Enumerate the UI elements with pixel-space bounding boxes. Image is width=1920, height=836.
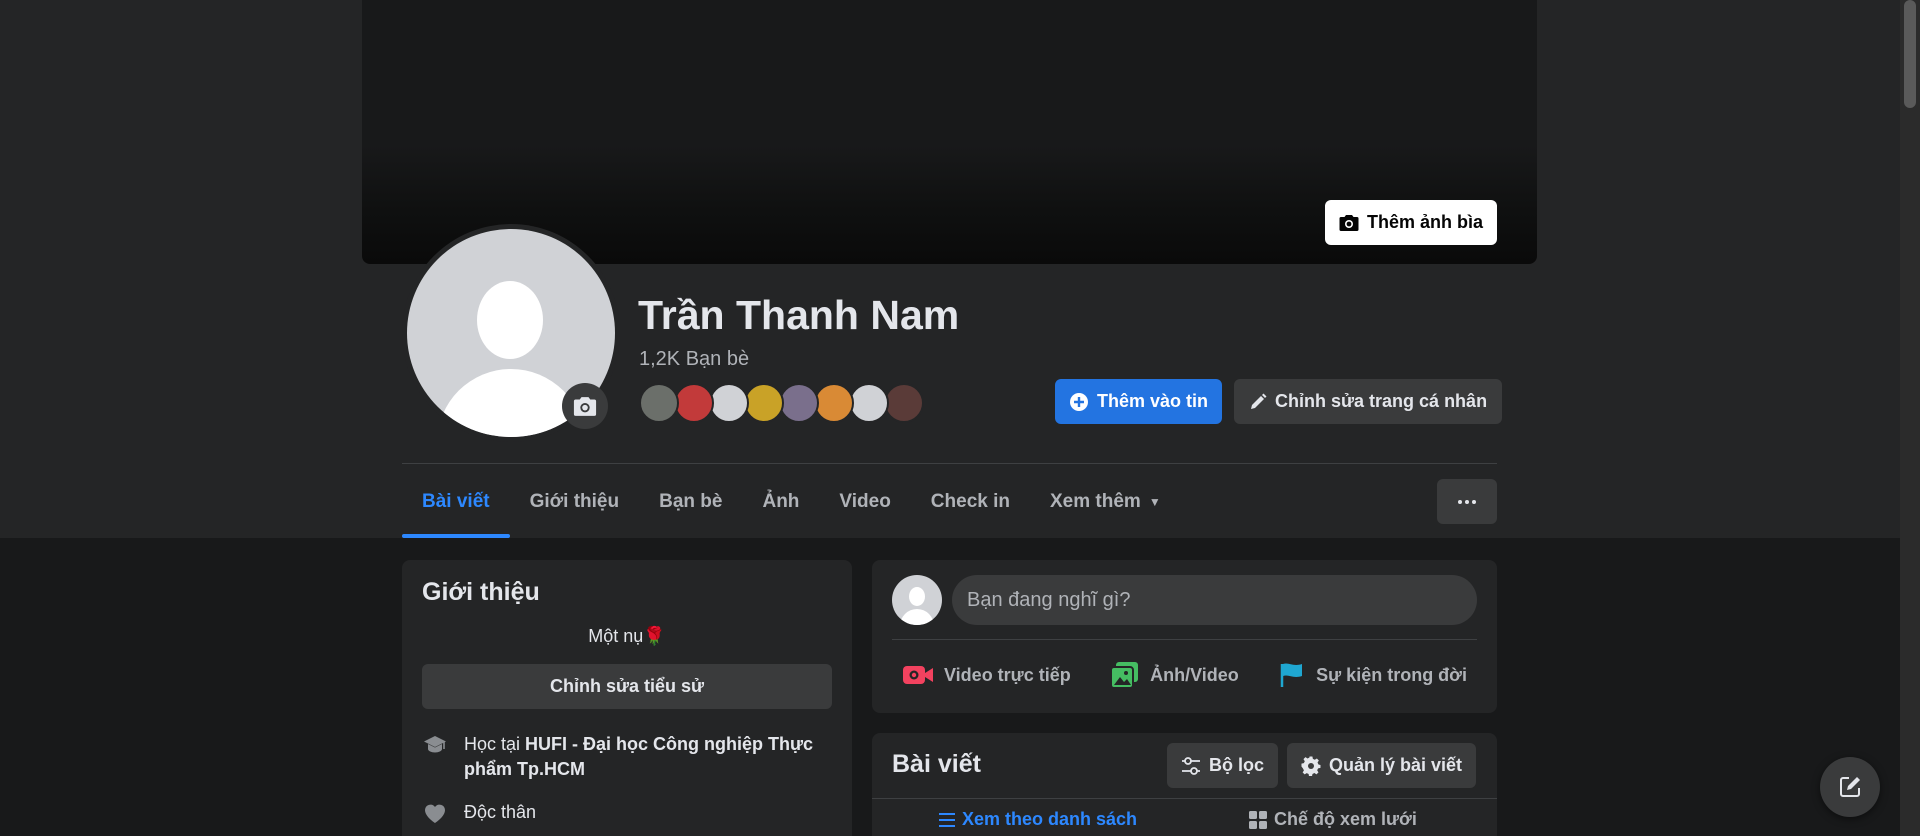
list-icon [939,812,955,827]
life-event-label: Sự kiện trong đời [1316,664,1467,685]
new-message-button[interactable] [1820,757,1880,817]
friend-avatar[interactable] [744,383,784,423]
friend-avatars-row [639,383,924,423]
friend-avatar[interactable] [849,383,889,423]
tab-label: Check in [930,491,1010,512]
posts-divider [872,798,1497,799]
list-view-label: Xem theo danh sách [962,809,1138,829]
tab-label: Giới thiệu [529,491,620,512]
live-video-icon [903,666,933,684]
camera-icon [1339,214,1359,231]
pencil-icon [1251,393,1267,409]
avatar[interactable] [892,575,942,625]
sliders-icon [1182,756,1200,775]
posts-title: Bài viết [892,750,981,778]
bio-text: Một nụ🌹 [588,626,666,646]
cover-photo[interactable]: Thêm ảnh bìa [362,0,1537,264]
tab-label: Bài viết [422,491,490,512]
friend-avatar[interactable] [639,383,679,423]
scrollbar-thumb[interactable] [1904,0,1916,108]
intro-card: Giới thiệu Một nụ🌹 Chỉnh sửa tiểu sử Học… [402,560,852,836]
header-divider [402,463,1497,464]
tab-photos[interactable]: Ảnh [742,466,819,538]
composer-input[interactable]: Bạn đang nghĩ gì? [952,575,1477,625]
tab-posts[interactable]: Bài viết [402,466,510,538]
friend-avatar[interactable] [779,383,819,423]
composer-actions: Video trực tiếp Ảnh/Video Sự kiện trong … [892,646,1477,704]
friend-avatar[interactable] [709,383,749,423]
page-scrollbar[interactable] [1900,0,1920,836]
caret-down-icon: ▼ [1148,495,1161,509]
edit-profile-button[interactable]: Chỉnh sửa trang cá nhân [1234,379,1503,424]
photo-video-button[interactable]: Ảnh/Video [1100,646,1249,704]
tab-label: Bạn bè [659,491,723,512]
tab-friends[interactable]: Bạn bè [639,466,742,538]
ellipsis-icon [1458,499,1462,504]
add-cover-photo-button[interactable]: Thêm ảnh bìa [1324,200,1497,245]
friend-avatar[interactable] [674,383,714,423]
gear-icon [1301,755,1321,776]
update-avatar-camera-button[interactable] [562,383,608,429]
grid-view-tab[interactable]: Chế độ xem lưới [1248,809,1417,830]
composer-divider [892,639,1477,640]
add-to-story-button[interactable]: Thêm vào tin [1055,379,1223,424]
heart-icon [422,800,448,826]
edit-profile-label: Chỉnh sửa trang cá nhân [1275,391,1488,411]
tab-label: Video [839,491,891,512]
life-event-button[interactable]: Sự kiện trong đời [1268,646,1477,704]
add-cover-photo-label: Thêm ảnh bìa [1366,212,1483,232]
grid-icon [1249,810,1267,829]
camera-icon [573,396,597,416]
profile-tabs: Bài viết Giới thiệu Bạn bè Ảnh Video Che… [402,466,1181,538]
intro-title: Giới thiệu [422,578,540,606]
tab-label: Xem thêm [1050,491,1141,512]
add-to-story-label: Thêm vào tin [1097,391,1209,411]
profile-name: Trần Thanh Nam [638,292,960,338]
education-prefix: Học tại [464,734,526,754]
flag-icon [1280,663,1303,687]
photo-icon [1110,662,1139,689]
post-composer: Bạn đang nghĩ gì? Video trực tiếp Ảnh/Vi… [872,560,1497,713]
friend-avatar[interactable] [884,383,924,423]
live-video-button[interactable]: Video trực tiếp [892,646,1081,704]
manage-posts-label: Quản lý bài viết [1329,755,1463,775]
live-video-label: Video trực tiếp [944,664,1071,685]
more-options-button[interactable] [1437,479,1497,524]
tab-check-ins[interactable]: Check in [911,466,1030,538]
friend-count-link[interactable]: 1,2K Bạn bè [639,348,749,371]
photo-video-label: Ảnh/Video [1150,664,1239,685]
manage-posts-button[interactable]: Quản lý bài viết [1287,743,1477,788]
plus-circle-icon [1070,392,1088,411]
relationship-status: Độc thân [464,802,537,822]
compose-icon [1840,777,1860,797]
grid-view-label: Chế độ xem lưới [1274,809,1417,829]
friend-avatar[interactable] [814,383,854,423]
tab-label: Ảnh [762,491,800,512]
filter-label: Bộ lọc [1209,755,1265,775]
graduation-cap-icon [422,732,448,758]
relationship-item: Độc thân [422,800,536,826]
tab-see-more[interactable]: Xem thêm ▼ [1030,466,1181,538]
filter-button[interactable]: Bộ lọc [1167,743,1279,788]
tab-videos[interactable]: Video [819,466,910,538]
edit-bio-button[interactable]: Chỉnh sửa tiểu sử [422,664,832,709]
list-view-tab[interactable]: Xem theo danh sách [938,809,1137,830]
education-item: Học tại HUFI - Đại học Công nghiệp Thực … [422,732,832,782]
tab-about[interactable]: Giới thiệu [510,466,640,538]
posts-card: Bài viết Bộ lọc Quản lý bài viết Xem the… [872,733,1497,836]
